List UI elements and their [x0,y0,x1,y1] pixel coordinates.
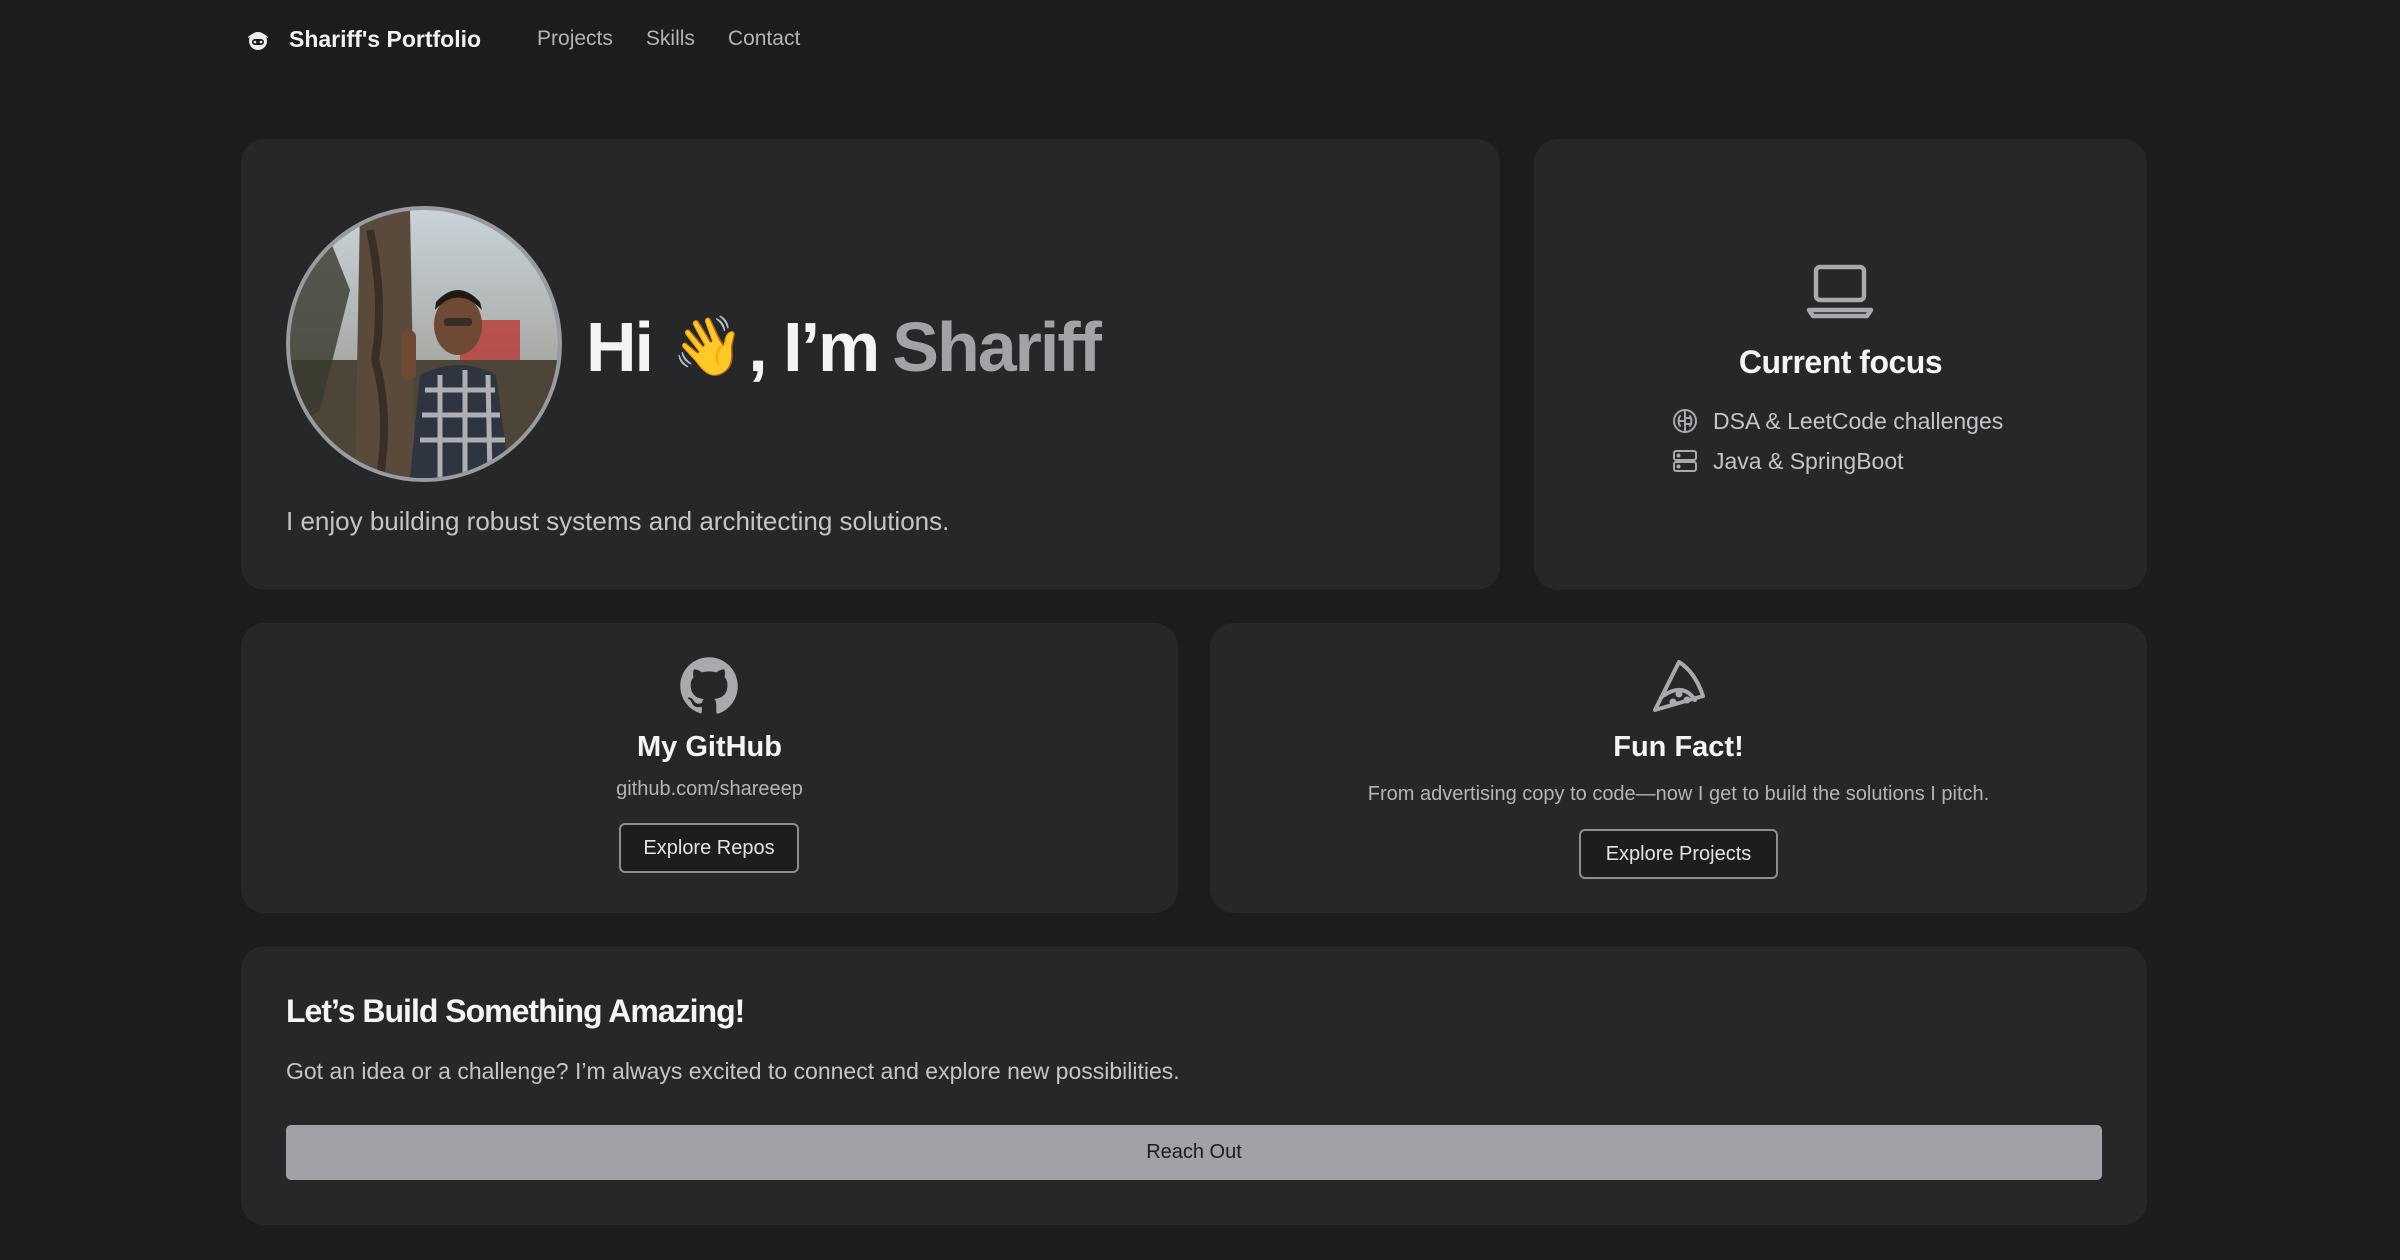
page: Shariff's Portfolio Projects Skills Cont… [0,0,2400,1260]
server-icon [1673,450,1697,472]
contact-cta-card: Let’s Build Something Amazing! Got an id… [241,946,2147,1225]
github-card: My GitHub github.com/shareeep Explore Re… [241,623,1178,913]
current-focus-card: Current focus DSA & LeetCode challenges … [1534,139,2147,590]
hero-subtitle: I enjoy building robust systems and arch… [286,506,950,536]
fun-fact-title: Fun Fact! [1613,731,1744,763]
focus-item-java: Java & SpringBoot [1671,441,2003,481]
focus-item-dsa: DSA & LeetCode challenges [1671,401,2003,441]
pizza-icon [1653,660,1705,712]
reach-out-button[interactable]: Reach Out [286,1125,2102,1180]
brain-icon [1673,409,1697,433]
cta-text: Got an idea or a challenge? I’m always e… [286,1058,1180,1084]
focus-list: DSA & LeetCode challenges Java & SpringB… [1671,401,2003,481]
nav-link-projects[interactable]: Projects [537,27,613,51]
fun-fact-card: Fun Fact! From advertising copy to code—… [1210,623,2147,913]
focus-item-label: Java & SpringBoot [1713,447,1904,474]
current-focus-title: Current focus [1738,344,1943,380]
brand-link[interactable]: Shariff's Portfolio [241,22,481,56]
top-nav: Shariff's Portfolio Projects Skills Cont… [241,18,800,60]
explore-projects-button[interactable]: Explore Projects [1579,829,1778,879]
nav-links: Projects Skills Contact [537,27,800,51]
waving-hand-icon: 👋 [672,314,744,379]
cta-title: Let’s Build Something Amazing! [286,993,745,1029]
greeting-im: , I’m [748,308,880,386]
hero-card: Hi 👋 , I’m Shariff I enjoy building robu… [241,139,1500,590]
github-link[interactable]: github.com/shareeep [241,778,1178,801]
github-icon [680,657,738,714]
focus-item-label: DSA & LeetCode challenges [1713,407,2004,434]
hero-greeting: Hi 👋 , I’m Shariff [586,297,1102,397]
explore-repos-button[interactable]: Explore Repos [619,823,799,873]
fun-fact-text: From advertising copy to code—now I get … [1367,783,1990,805]
nav-link-skills[interactable]: Skills [646,27,695,51]
laptop-icon [1806,264,1874,319]
avatar [286,206,562,482]
nav-link-contact[interactable]: Contact [728,27,800,51]
mascot-icon [241,22,275,56]
brand-name: Shariff's Portfolio [289,25,482,52]
github-title: My GitHub [637,731,782,763]
hero-name: Shariff [892,308,1102,386]
greeting-hi: Hi [586,308,654,386]
